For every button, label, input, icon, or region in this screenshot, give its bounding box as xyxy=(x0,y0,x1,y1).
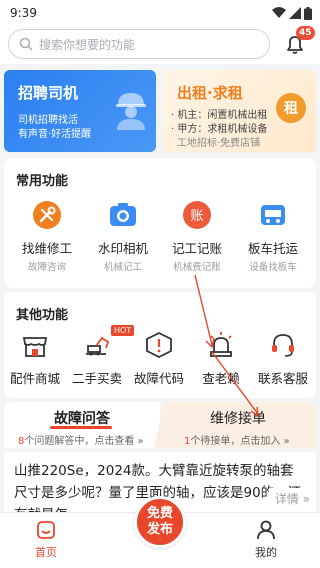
tab-repair-orders-title: 维修接单 xyxy=(210,411,266,427)
nav-mine-label: 我的 xyxy=(255,546,277,559)
search-input[interactable]: 搜索你想要的功能 xyxy=(8,29,270,59)
common-functions-card: 常用功能 找维修工 故障咨询 水印相机 机械记工 账 记工记账 机械费记账 板车… xyxy=(4,158,316,288)
func-shop[interactable]: 配件商城 xyxy=(4,330,66,387)
signal-icon xyxy=(289,7,301,19)
func-ledger[interactable]: 账 记工记账 机械费记账 xyxy=(160,200,234,273)
func-label: 记工记账 xyxy=(171,241,222,256)
tab-fault-qa-sub: 8个问题解答中，点击查看 » xyxy=(18,436,144,447)
user-icon xyxy=(257,520,275,540)
tab-fault-qa-title: 故障问答 xyxy=(54,411,110,427)
truck-icon xyxy=(261,205,285,225)
shop-icon xyxy=(22,337,48,357)
func-sub: 故障咨询 xyxy=(27,262,66,273)
publish-line2: 发布 xyxy=(146,522,173,537)
func-sub: 设备找板车 xyxy=(249,262,297,273)
wrench-icon xyxy=(33,201,61,229)
func-label: 联系客服 xyxy=(257,371,308,386)
tab-fault-qa[interactable]: 故障问答 8个问题解答中，点击查看 » xyxy=(4,402,160,448)
status-time: 9:39 xyxy=(10,6,37,20)
qa-tabs: 故障问答 8个问题解答中，点击查看 » 维修接单 1个待接单，点击加入 » xyxy=(4,402,316,448)
driver-recruit-line2: 有声音·好活提醒 xyxy=(18,129,92,140)
func-blacklist[interactable]: 查老赖 xyxy=(190,330,252,387)
nav-home-label: 首页 xyxy=(35,546,57,559)
publish-line1: 免费 xyxy=(146,506,173,521)
driver-recruit-banner[interactable]: 招聘司机 司机招聘找活 有声音·好活提醒 xyxy=(4,70,156,152)
camera-icon xyxy=(110,203,136,226)
func-repair[interactable]: 找维修工 故障咨询 xyxy=(10,200,84,273)
func-camera[interactable]: 水印相机 机械记工 xyxy=(86,200,160,273)
headset-icon xyxy=(272,334,294,357)
other-functions-title: 其他功能 xyxy=(16,308,69,323)
func-label: 水印相机 xyxy=(97,241,148,256)
rent-line2: · 甲方：求租机械设备 xyxy=(171,124,268,135)
home-icon xyxy=(37,521,55,539)
svg-text:账: 账 xyxy=(190,209,203,224)
worker-icon xyxy=(116,93,146,130)
rent-title: 出租·求租 xyxy=(177,84,243,102)
func-sub: 机械费记账 xyxy=(173,262,221,273)
alert-icon xyxy=(146,331,172,359)
tab-repair-orders-sub: 1个待接单，点击加入 » xyxy=(184,436,290,447)
notification-badge: 45 xyxy=(296,26,315,40)
nav-mine[interactable]: 我的 xyxy=(236,519,296,560)
func-truck[interactable]: 板车托运 设备找板车 xyxy=(236,200,310,273)
rent-line3: 工地招标·免费店铺 xyxy=(177,138,261,149)
publish-button[interactable]: 免费 发布 xyxy=(134,496,186,548)
rent-banner[interactable]: 出租·求租 · 机主：闲置机械出租 · 甲方：求租机械设备 工地招标·免费店铺 … xyxy=(163,70,316,152)
status-icons xyxy=(272,6,312,20)
tab-underline xyxy=(50,426,112,429)
func-secondhand[interactable]: 二手买卖 xyxy=(66,330,128,387)
func-label: 查老赖 xyxy=(202,371,240,386)
tab-repair-orders[interactable]: 维修接单 1个待接单，点击加入 » xyxy=(154,402,316,448)
search-placeholder: 搜索你想要的功能 xyxy=(39,37,136,52)
excavator-icon xyxy=(86,336,110,356)
rent-badge: 租 xyxy=(276,93,306,123)
siren-icon xyxy=(210,332,232,357)
driver-recruit-title: 招聘司机 xyxy=(18,84,79,102)
func-fault-code[interactable]: 故障代码 xyxy=(128,330,190,387)
rent-line1: · 机主：闲置机械出租 xyxy=(171,110,268,121)
func-customer-service[interactable]: 联系客服 xyxy=(252,330,314,387)
nav-home[interactable]: 首页 xyxy=(16,519,76,560)
wifi-icon xyxy=(272,7,286,18)
func-label: 配件商城 xyxy=(9,371,60,386)
func-label: 板车托运 xyxy=(247,241,298,256)
post-detail-link[interactable]: 详情 » xyxy=(268,488,310,510)
header: 搜索你想要的功能 45 xyxy=(0,26,320,64)
driver-recruit-line1: 司机招聘找活 xyxy=(18,115,78,126)
func-sub: 机械记工 xyxy=(103,262,142,273)
ledger-icon: 账 xyxy=(183,201,211,229)
battery-icon xyxy=(304,6,312,20)
status-bar: 9:39 xyxy=(0,0,320,26)
common-functions-title: 常用功能 xyxy=(16,174,69,189)
search-icon xyxy=(19,37,33,51)
func-label: 找维修工 xyxy=(21,241,72,256)
other-functions-card: 其他功能 配件商城 二手买卖 HOT 故障代码 查老赖 联系客服 xyxy=(4,292,316,398)
func-label: 故障代码 xyxy=(133,371,184,386)
func-label: 二手买卖 xyxy=(71,371,122,386)
